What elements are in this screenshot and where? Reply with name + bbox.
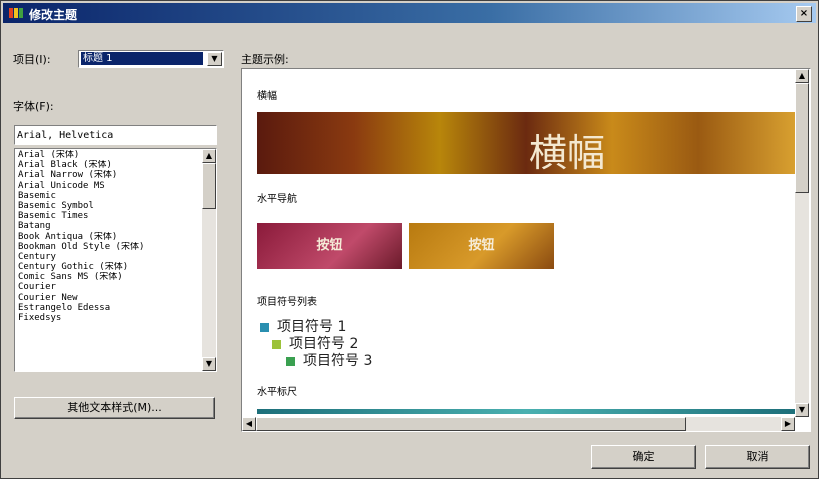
font-list-item[interactable]: Arial Unicode MS <box>18 181 198 191</box>
nav-button[interactable]: 按钮 <box>409 223 554 269</box>
font-list-item[interactable]: Comic Sans MS (宋体) <box>18 272 198 282</box>
item-select[interactable]: 标题 1 ▼ <box>78 50 224 68</box>
banner-image: 横幅 <box>257 112 795 175</box>
item-label: 项目(I): <box>13 53 51 66</box>
font-list-item[interactable]: Courier New <box>18 293 198 303</box>
preview-vscrollbar[interactable]: ▲ ▼ <box>795 69 809 417</box>
nav-label: 水平导航 <box>257 194 297 205</box>
font-list[interactable]: Arial (宋体) Arial Black (宋体) Arial Narrow… <box>14 148 217 372</box>
font-list-item[interactable]: Arial (宋体) <box>18 150 198 160</box>
cancel-button[interactable]: 取消 <box>705 445 810 469</box>
font-list-item[interactable]: Fixedsys <box>18 313 198 323</box>
font-list-item[interactable]: Basemic <box>18 191 198 201</box>
font-list-item[interactable]: Basemic Symbol <box>18 201 198 211</box>
font-list-item[interactable]: Century Gothic (宋体) <box>18 262 198 272</box>
arrow-up-icon[interactable]: ▲ <box>795 69 809 83</box>
bullet-item: 项目符号 3 <box>286 350 372 370</box>
arrow-left-icon[interactable]: ◀ <box>242 417 256 431</box>
font-label: 字体(F): <box>13 100 54 113</box>
font-list-item[interactable]: Courier <box>18 282 198 292</box>
bullets-label: 项目符号列表 <box>257 297 317 308</box>
theme-dialog: 修改主题 × 项目(I): 标题 1 ▼ 字体(F): Arial (宋体) A… <box>0 0 819 479</box>
font-list-item[interactable]: Basemic Times <box>18 211 198 221</box>
chevron-down-icon[interactable]: ▼ <box>207 52 222 66</box>
nav-button[interactable]: 按钮 <box>257 223 402 269</box>
scroll-thumb[interactable] <box>202 163 216 209</box>
banner-label: 横幅 <box>257 91 277 102</box>
font-list-item[interactable]: Arial Narrow (宋体) <box>18 170 198 180</box>
more-styles-button[interactable]: 其他文本样式(M)... <box>14 397 215 419</box>
font-list-scrollbar[interactable]: ▲ ▼ <box>202 149 216 371</box>
scroll-thumb[interactable] <box>795 83 809 193</box>
rule-label: 水平标尺 <box>257 387 297 398</box>
item-select-value: 标题 1 <box>81 52 203 65</box>
close-icon[interactable]: × <box>796 6 812 22</box>
horizontal-rule <box>257 409 795 414</box>
preview-label: 主题示例: <box>241 53 289 66</box>
arrow-up-icon[interactable]: ▲ <box>202 149 216 163</box>
banner-text: 横幅 <box>529 131 606 175</box>
preview-hscrollbar[interactable]: ◀ ▶ <box>242 417 795 431</box>
font-list-item[interactable]: Arial Black (宋体) <box>18 160 198 170</box>
ok-button[interactable]: 确定 <box>591 445 696 469</box>
app-icon <box>9 8 25 18</box>
arrow-right-icon[interactable]: ▶ <box>781 417 795 431</box>
bullet-icon <box>260 322 269 332</box>
font-input-box[interactable] <box>14 125 217 145</box>
scroll-thumb[interactable] <box>256 417 686 431</box>
theme-preview: 横幅 横幅 水平导航 按钮 按钮 项目符号列表 项目符号 1 项目符号 2 项目… <box>241 68 811 432</box>
font-list-item[interactable]: Batang <box>18 221 198 231</box>
font-list-item[interactable]: Bookman Old Style (宋体) <box>18 242 198 252</box>
window-title: 修改主题 <box>29 8 78 22</box>
bullet-icon <box>272 339 281 349</box>
arrow-down-icon[interactable]: ▼ <box>795 403 809 417</box>
font-list-item[interactable]: Book Antiqua (宋体) <box>18 232 198 242</box>
font-input[interactable] <box>15 126 215 144</box>
arrow-down-icon[interactable]: ▼ <box>202 357 216 371</box>
bullet-icon <box>286 356 295 366</box>
font-list-item[interactable]: Estrangelo Edessa <box>18 303 198 313</box>
title-bar[interactable]: 修改主题 × <box>3 3 816 23</box>
font-list-item[interactable]: Century <box>18 252 198 262</box>
